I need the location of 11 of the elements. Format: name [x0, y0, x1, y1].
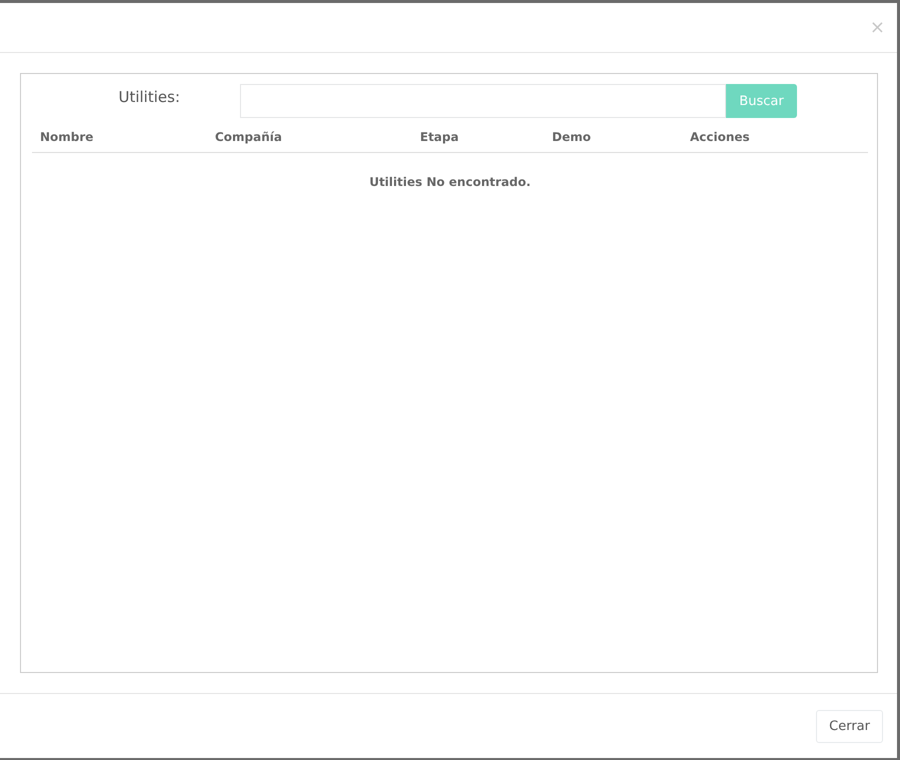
search-button[interactable]: Buscar: [726, 84, 797, 118]
column-header: Etapa: [420, 130, 460, 144]
search-label: Utilities:: [117, 87, 181, 106]
column-header: Acciones: [690, 130, 751, 144]
column-header: Nombre: [40, 130, 94, 144]
search-field[interactable]: [240, 84, 726, 118]
close-dialog-button[interactable]: Cerrar: [816, 710, 883, 742]
close-button[interactable]: ×: [870, 18, 885, 36]
empty-message: Utilities No encontrado.: [369, 175, 531, 189]
column-header: Demo: [552, 130, 592, 144]
column-header: Compañía: [215, 130, 283, 144]
